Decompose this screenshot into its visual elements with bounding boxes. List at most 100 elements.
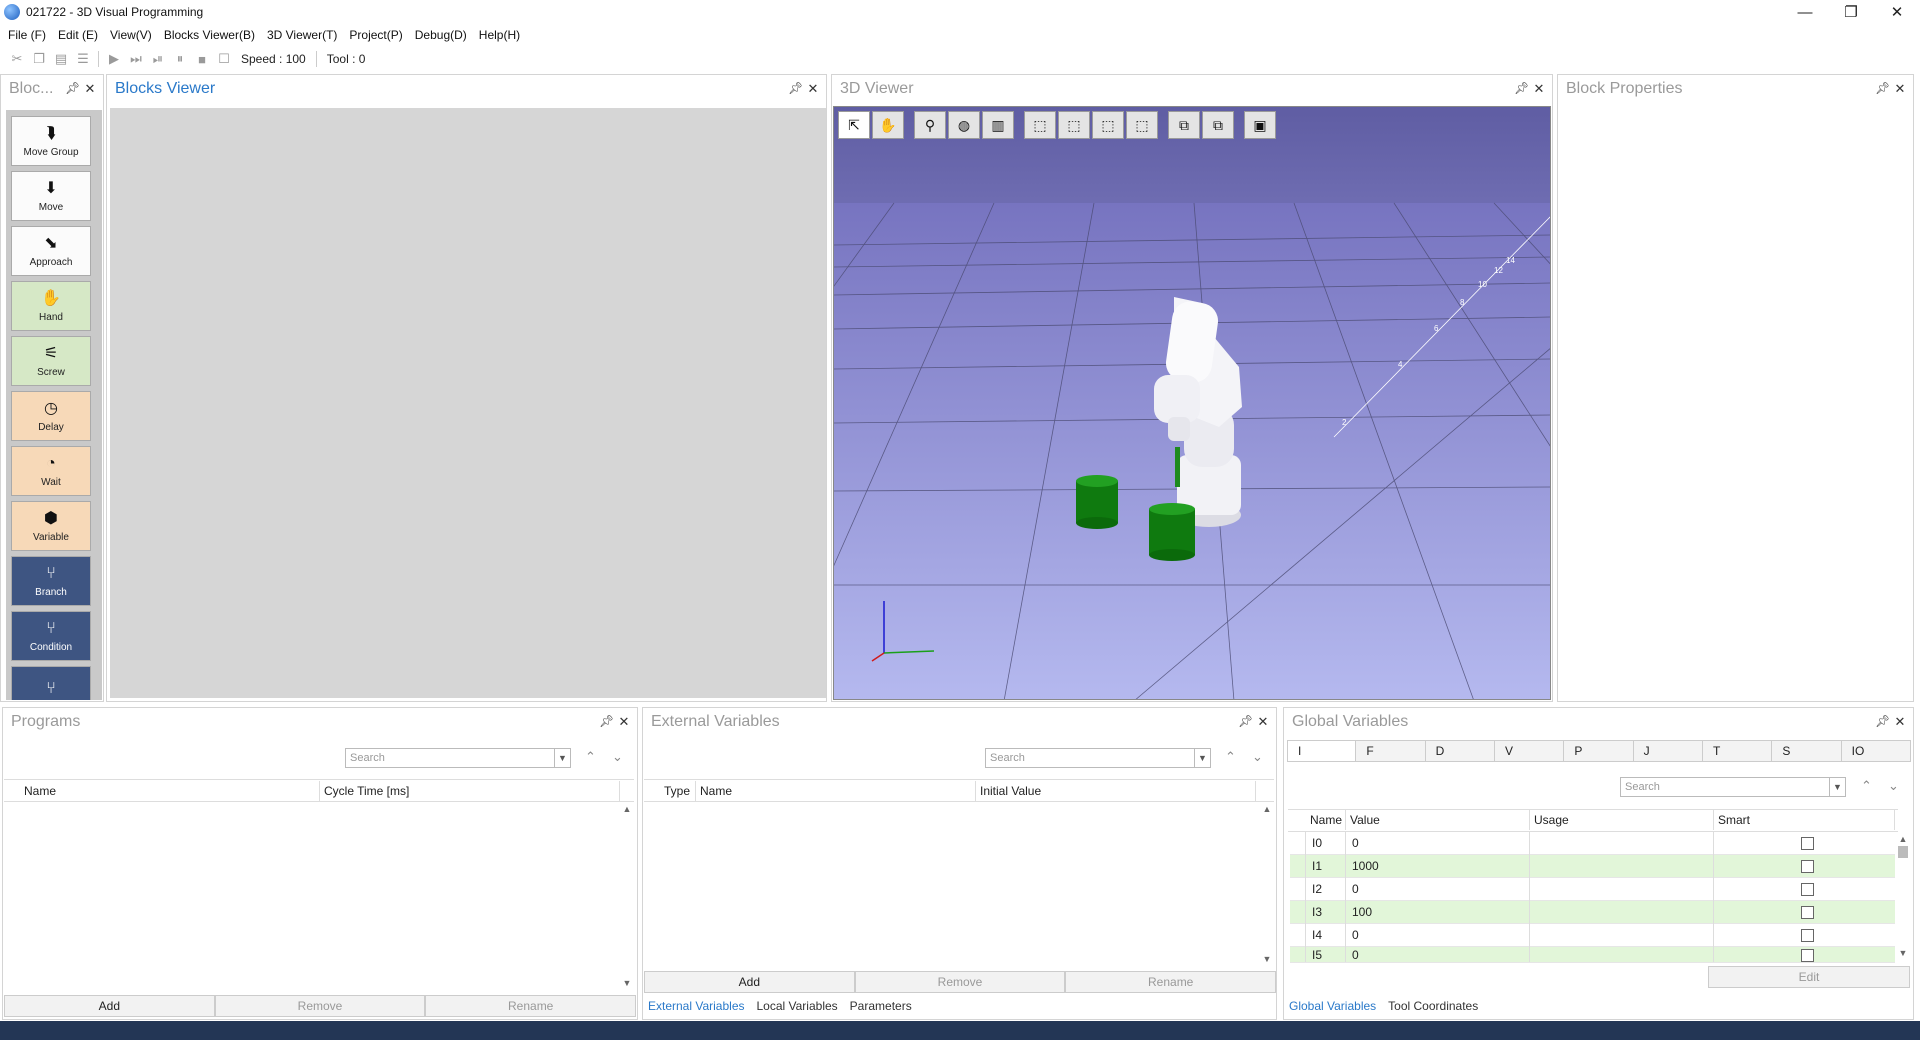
view-back-icon[interactable]: ⬚ bbox=[1126, 111, 1158, 139]
close-icon[interactable]: ✕ bbox=[83, 81, 97, 97]
play-icon[interactable]: ▶ bbox=[105, 50, 123, 68]
tab-type-io[interactable]: IO bbox=[1841, 740, 1911, 762]
step-icon[interactable]: ⏭ bbox=[127, 50, 145, 68]
global-scrollbar[interactable]: ▲ ▼ bbox=[1896, 832, 1910, 964]
menu-edit[interactable]: Edit (E) bbox=[52, 24, 104, 46]
column-name[interactable]: Name bbox=[696, 781, 976, 801]
block-hand[interactable]: ✋ Hand bbox=[11, 281, 91, 331]
block-approach[interactable]: ⬊ Approach bbox=[11, 226, 91, 276]
block-move[interactable]: ⬇ Move bbox=[11, 171, 91, 221]
column-smart[interactable]: Smart bbox=[1714, 810, 1895, 830]
select-pointer-icon[interactable]: ⇱ bbox=[838, 111, 870, 139]
table-row[interactable]: I0 0 bbox=[1290, 832, 1895, 855]
checkbox-icon[interactable]: ☐ bbox=[215, 50, 233, 68]
variable-value[interactable]: 0 bbox=[1346, 947, 1530, 962]
tab-type-s[interactable]: S bbox=[1772, 740, 1842, 762]
remove-program-button[interactable]: Remove bbox=[214, 995, 426, 1017]
tab-local-variables[interactable]: Local Variables bbox=[751, 995, 844, 1017]
tab-tool-coordinates[interactable]: Tool Coordinates bbox=[1382, 995, 1484, 1017]
smart-checkbox[interactable] bbox=[1801, 860, 1814, 873]
cut-icon[interactable]: ✂ bbox=[8, 50, 26, 68]
block-screw[interactable]: ⚟ Screw bbox=[11, 336, 91, 386]
column-name[interactable]: Name bbox=[1306, 810, 1346, 830]
pin-icon[interactable]: 📌︎ bbox=[1875, 81, 1890, 95]
global-search-input[interactable]: Search bbox=[1620, 777, 1846, 797]
smart-checkbox[interactable] bbox=[1801, 949, 1814, 962]
rename-program-button[interactable]: Rename bbox=[425, 995, 637, 1017]
view-top-icon[interactable]: ⬚ bbox=[1058, 111, 1090, 139]
close-window-button[interactable]: ✕ bbox=[1874, 0, 1920, 24]
chevron-up-icon[interactable]: ⌃ bbox=[1225, 749, 1236, 765]
3d-viewport[interactable]: 2 4 6 8 10 12 14 ⇱ ✋ ⚲ ◍ ▥ ⬚ ⬚ ⬚ ⬚ ⧉ ⧉ ▣ bbox=[833, 106, 1551, 700]
menu-3d-viewer[interactable]: 3D Viewer(T) bbox=[261, 24, 343, 46]
column-cycle-time[interactable]: Cycle Time [ms] bbox=[320, 781, 620, 801]
variable-value[interactable]: 1000 bbox=[1346, 855, 1530, 878]
minimize-button[interactable]: — bbox=[1782, 0, 1828, 24]
block-delay[interactable]: ◷ Delay bbox=[11, 391, 91, 441]
tab-type-v[interactable]: V bbox=[1495, 740, 1565, 762]
copy-icon[interactable]: ❐ bbox=[30, 50, 48, 68]
pin-icon[interactable]: 📌︎ bbox=[1514, 81, 1529, 95]
programs-scrollbar[interactable]: ▲ ▼ bbox=[620, 802, 634, 992]
add-variable-button[interactable]: Add bbox=[644, 971, 855, 993]
tab-type-p[interactable]: P bbox=[1564, 740, 1634, 762]
block-move-group[interactable]: ⮯ Move Group bbox=[11, 116, 91, 166]
pin-icon[interactable]: 📌︎ bbox=[788, 81, 803, 95]
variable-value[interactable]: 0 bbox=[1346, 924, 1530, 947]
tab-type-t[interactable]: T bbox=[1702, 740, 1773, 762]
external-scrollbar[interactable]: ▲ ▼ bbox=[1260, 802, 1274, 968]
add-program-button[interactable]: Add bbox=[4, 995, 215, 1017]
tab-type-f[interactable]: F bbox=[1356, 740, 1426, 762]
close-icon[interactable]: ✕ bbox=[1893, 714, 1907, 730]
variable-value[interactable]: 0 bbox=[1346, 878, 1530, 901]
tab-global-variables[interactable]: Global Variables bbox=[1283, 995, 1382, 1017]
view-iso-alt-icon[interactable]: ⧉ bbox=[1202, 111, 1234, 139]
menu-help[interactable]: Help(H) bbox=[473, 24, 526, 46]
block-branch[interactable]: ⑂ Branch bbox=[11, 556, 91, 606]
smart-checkbox[interactable] bbox=[1801, 883, 1814, 896]
column-initial-value[interactable]: Initial Value bbox=[976, 781, 1256, 801]
chevron-down-icon[interactable]: ▼ bbox=[554, 748, 571, 768]
chevron-down-icon[interactable]: ⌄ bbox=[1888, 778, 1899, 794]
table-row[interactable]: I5 0 bbox=[1290, 947, 1895, 963]
tab-type-j[interactable]: J bbox=[1633, 740, 1703, 762]
workpiece[interactable] bbox=[1076, 475, 1118, 529]
menu-blocks-viewer[interactable]: Blocks Viewer(B) bbox=[158, 24, 261, 46]
external-search-input[interactable]: Search bbox=[985, 748, 1211, 768]
column-name[interactable]: Name bbox=[20, 781, 320, 801]
cylinder-icon[interactable]: ▥ bbox=[982, 111, 1014, 139]
pin-icon[interactable]: 📌︎ bbox=[1238, 714, 1253, 728]
block-variable[interactable]: ⬢ Variable bbox=[11, 501, 91, 551]
menu-file[interactable]: File (F) bbox=[2, 24, 52, 46]
remove-variable-button[interactable]: Remove bbox=[854, 971, 1066, 993]
chevron-down-icon[interactable]: ▼ bbox=[1194, 748, 1211, 768]
table-row[interactable]: I4 0 bbox=[1290, 924, 1895, 947]
programs-search-input[interactable]: Search bbox=[345, 748, 571, 768]
menu-debug[interactable]: Debug(D) bbox=[409, 24, 473, 46]
close-icon[interactable]: ✕ bbox=[1893, 81, 1907, 97]
close-icon[interactable]: ✕ bbox=[1256, 714, 1270, 730]
rename-variable-button[interactable]: Rename bbox=[1065, 971, 1277, 993]
sphere-icon[interactable]: ◍ bbox=[948, 111, 980, 139]
table-row[interactable]: I2 0 bbox=[1290, 878, 1895, 901]
variable-value[interactable]: 100 bbox=[1346, 901, 1530, 924]
view-front-icon[interactable]: ⬚ bbox=[1024, 111, 1056, 139]
variable-value[interactable]: 0 bbox=[1346, 832, 1530, 855]
chevron-down-icon[interactable]: ⌄ bbox=[1252, 749, 1263, 765]
blocks-canvas[interactable] bbox=[110, 108, 826, 698]
edit-variable-button[interactable]: Edit bbox=[1708, 966, 1910, 988]
close-icon[interactable]: ✕ bbox=[617, 714, 631, 730]
restore-button[interactable]: ❐ bbox=[1828, 0, 1874, 24]
step-over-icon[interactable]: ⏯ bbox=[149, 50, 167, 68]
chevron-down-icon[interactable]: ⌄ bbox=[612, 749, 623, 765]
close-icon[interactable]: ✕ bbox=[806, 81, 820, 97]
delete-icon[interactable]: ☰ bbox=[74, 50, 92, 68]
block-wait[interactable]: ◔ Wait bbox=[11, 446, 91, 496]
column-usage[interactable]: Usage bbox=[1530, 810, 1714, 830]
tab-external-variables[interactable]: External Variables bbox=[642, 995, 751, 1017]
paste-icon[interactable]: ▤ bbox=[52, 50, 70, 68]
chevron-down-icon[interactable]: ▼ bbox=[1829, 777, 1846, 797]
menu-project[interactable]: Project(P) bbox=[343, 24, 408, 46]
workpiece[interactable] bbox=[1149, 503, 1195, 561]
fit-view-icon[interactable]: ▣ bbox=[1244, 111, 1276, 139]
